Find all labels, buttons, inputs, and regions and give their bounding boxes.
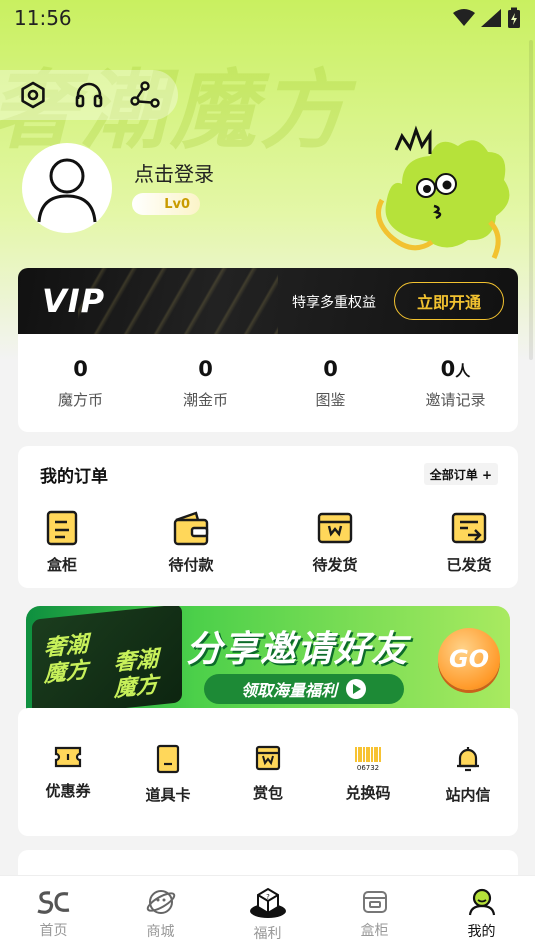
tool-label: 赏包 — [252, 784, 283, 802]
order-label: 盒柜 — [46, 556, 77, 574]
banner-title: 分享邀请好友 — [186, 629, 409, 670]
planet-icon — [146, 889, 175, 914]
stat-unit: 人 — [455, 361, 471, 380]
stat-value: 0 — [323, 356, 338, 381]
stat-invites[interactable]: 0人 邀请记录 — [393, 357, 518, 410]
stat-label: 潮金币 — [182, 390, 228, 409]
bell-icon — [457, 747, 479, 772]
orders-title: 我的订单 — [40, 467, 108, 487]
svg-text:06732: 06732 — [357, 764, 379, 772]
tool-reward-bag[interactable]: 赏包 — [228, 744, 308, 803]
tab-mall[interactable]: 商城 — [116, 887, 206, 941]
vip-open-button[interactable]: 立即开通 — [394, 282, 504, 320]
order-label: 待付款 — [168, 556, 214, 574]
stat-collection[interactable]: 0 图鉴 — [268, 357, 393, 410]
tab-label: 盒柜 — [360, 922, 389, 939]
tool-label: 道具卡 — [145, 786, 191, 804]
vip-decoration — [78, 268, 278, 334]
invite-friends-banner[interactable]: 奢潮 魔方 奢潮 魔方 分享邀请好友 领取海量福利 GO — [26, 606, 510, 710]
coupon-icon — [54, 746, 82, 768]
tool-coupons[interactable]: 优惠券 — [28, 744, 108, 801]
stat-label: 图鉴 — [315, 390, 346, 409]
order-item-shipped[interactable]: 已发货 — [434, 510, 504, 575]
tool-item-cards[interactable]: 道具卡 — [128, 744, 208, 805]
status-icons — [453, 7, 521, 29]
card-icon — [156, 744, 180, 774]
home-logo-icon — [36, 890, 69, 914]
order-item-pending-shipment[interactable]: 待发货 — [290, 510, 380, 575]
vip-perks-text: 特享多重权益 — [292, 295, 376, 311]
login-link[interactable]: 点击登录 — [134, 158, 214, 187]
tool-label: 站内信 — [445, 786, 491, 804]
stat-gold-coins[interactable]: 0 潮金币 — [143, 357, 268, 410]
banner-go-button[interactable]: GO — [438, 628, 500, 690]
tab-home[interactable]: 首页 — [9, 888, 99, 940]
headset-icon[interactable] — [74, 80, 104, 110]
banner-subtitle: 领取海量福利 — [204, 674, 404, 704]
cabinet-icon — [362, 890, 387, 913]
orders-row: 盒柜 待付款 待发货 已发货 — [18, 510, 518, 575]
status-time: 11:56 — [14, 6, 72, 30]
barcode-icon: 06732 — [353, 745, 383, 772]
orders-card: 我的订单 全部订单 + 盒柜 待付款 待发货 已发货 — [18, 446, 518, 588]
tab-label: 我的 — [467, 923, 496, 940]
settings-icon[interactable] — [18, 80, 48, 110]
stats-card: 0 魔方币 0 潮金币 0 图鉴 0人 邀请记录 — [18, 334, 518, 432]
wallet-icon — [173, 511, 209, 546]
level-badge: Lv0 — [132, 193, 200, 215]
reward-bag-icon — [255, 745, 281, 771]
stat-value: 0 — [198, 356, 213, 381]
tool-inbox[interactable]: 站内信 — [428, 744, 508, 805]
tool-redeem-code[interactable]: 06732 兑换码 — [328, 744, 408, 803]
tab-mine[interactable]: 我的 — [437, 887, 527, 941]
status-bar: 11:56 — [0, 0, 535, 36]
order-item-pending-payment[interactable]: 待付款 — [146, 510, 236, 575]
user-placeholder-icon — [37, 158, 97, 223]
all-orders-link[interactable]: 全部订单 + — [423, 463, 498, 485]
battery-icon — [508, 7, 520, 28]
stat-label: 魔方币 — [57, 390, 103, 409]
banner-cube-text: 奢潮 魔方 — [114, 646, 159, 703]
cabinet-icon — [46, 510, 78, 546]
banner-subtitle-text: 领取海量福利 — [240, 681, 337, 700]
banner-cube-text: 奢潮 魔方 — [44, 631, 89, 688]
tab-cabinet[interactable]: 盒柜 — [330, 888, 420, 940]
vip-logo: VIP — [42, 282, 106, 320]
user-icon — [468, 888, 495, 915]
stat-label: 邀请记录 — [425, 390, 486, 409]
shipped-icon — [451, 512, 487, 544]
order-label: 已发货 — [446, 556, 492, 574]
play-icon — [346, 679, 366, 699]
mascot-illustration — [375, 125, 510, 260]
banner-cube-graphic: 奢潮 魔方 奢潮 魔方 — [32, 606, 182, 710]
box-icon — [317, 512, 353, 544]
order-item-cabinet[interactable]: 盒柜 — [32, 510, 92, 575]
wifi-icon — [453, 9, 475, 26]
welfare-icon: ? — [249, 887, 286, 918]
tool-label: 优惠券 — [45, 782, 91, 800]
tab-label: 商城 — [146, 923, 175, 940]
quick-actions — [0, 70, 178, 120]
svg-text:?: ? — [266, 893, 270, 901]
bottom-tab-bar: 首页 商城 ? 福利 盒柜 我的 — [0, 875, 535, 951]
avatar[interactable] — [22, 143, 112, 233]
stat-value: 0人 — [440, 356, 471, 381]
order-label: 待发货 — [312, 556, 358, 574]
tab-label: 首页 — [39, 922, 68, 939]
vip-banner[interactable]: VIP 特享多重权益 立即开通 — [18, 268, 518, 334]
scrollbar[interactable] — [529, 40, 533, 360]
share-icon[interactable] — [130, 80, 160, 110]
tab-label: 福利 — [253, 925, 282, 942]
tools-card: 优惠券 道具卡 赏包 06732 兑换码 站内信 — [18, 708, 518, 836]
tab-welfare[interactable]: ? 福利 — [223, 885, 313, 943]
stat-magic-coins[interactable]: 0 魔方币 — [18, 357, 143, 410]
stat-value: 0 — [73, 356, 88, 381]
signal-icon — [481, 9, 501, 27]
tool-label: 兑换码 — [345, 784, 391, 802]
